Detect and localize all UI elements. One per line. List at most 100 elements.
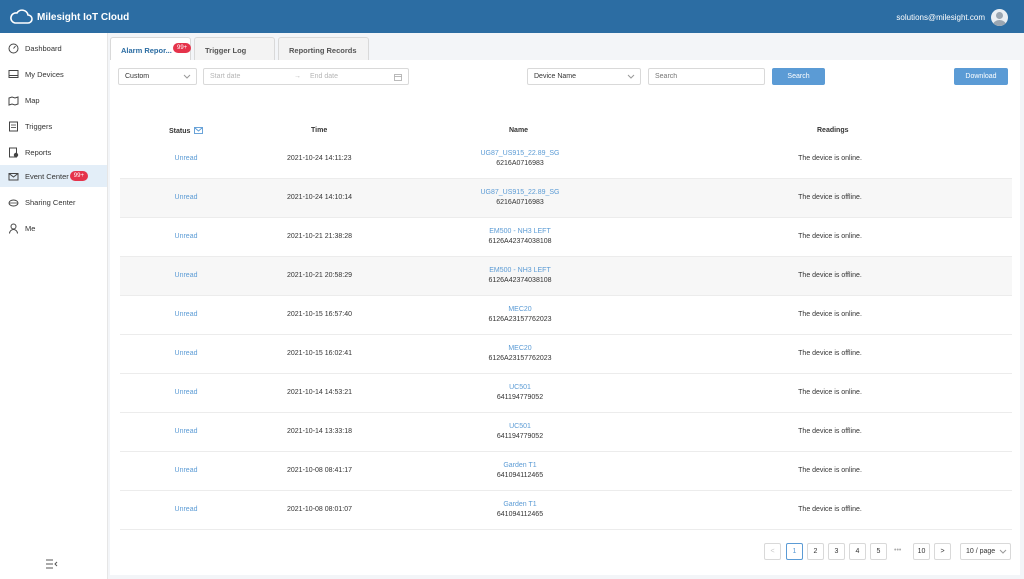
status-link[interactable]: Unread <box>166 389 206 396</box>
pagination-page-1[interactable]: 1 <box>786 543 803 560</box>
device-name-link[interactable]: UG87_US915_22.89_SG <box>450 188 590 198</box>
tab-reporting-records[interactable]: Reporting Records <box>278 37 369 60</box>
device-name-link[interactable]: MEC20 <box>450 305 590 315</box>
mark-read-icon[interactable] <box>194 127 204 134</box>
table-row[interactable]: Unread 2021-10-08 08:01:07 Garden T1 641… <box>120 491 1012 530</box>
status-link[interactable]: Unread <box>166 311 206 318</box>
time-cell: 2021-10-15 16:57:40 <box>287 311 352 318</box>
time-cell: 2021-10-08 08:41:17 <box>287 467 352 474</box>
readings-cell: The device is offline. <box>798 506 862 513</box>
table-row[interactable]: Unread 2021-10-14 14:53:21 UC501 6411947… <box>120 374 1012 413</box>
tab-trigger-log[interactable]: Trigger Log <box>194 37 275 60</box>
readings-cell: The device is online. <box>798 467 862 474</box>
sidebar-item-event-center[interactable]: Event Center 99+ <box>0 165 107 187</box>
download-button[interactable]: Download <box>954 68 1008 85</box>
sidebar-item-dashboard[interactable]: Dashboard <box>0 37 107 59</box>
device-sn: 6126A42374038108 <box>488 277 552 284</box>
search-button[interactable]: Search <box>772 68 825 85</box>
device-name-link[interactable]: Garden T1 <box>450 500 590 510</box>
chevron-down-icon <box>183 74 191 79</box>
status-link[interactable]: Unread <box>166 272 206 279</box>
time-cell: 2021-10-14 14:53:21 <box>287 389 352 396</box>
pagination-next-button[interactable]: > <box>934 543 951 560</box>
pagination-page-5[interactable]: 5 <box>870 543 887 560</box>
status-link[interactable]: Unread <box>166 506 206 513</box>
device-sn: 641094112465 <box>496 511 544 518</box>
device-sn: 6126A23157762023 <box>488 316 552 323</box>
tab-label: Reporting Records <box>289 46 357 55</box>
alarm-count-badge: 99+ <box>173 43 192 53</box>
range-select[interactable]: Custom <box>118 68 197 85</box>
start-date-field[interactable]: Start date <box>210 73 240 80</box>
sidebar-item-map[interactable]: Map <box>0 89 107 111</box>
device-name-link[interactable]: EM500 - NH3 LEFT <box>450 266 590 276</box>
avatar[interactable] <box>991 9 1008 26</box>
collapse-menu-icon[interactable] <box>46 559 58 569</box>
time-cell: 2021-10-24 14:11:23 <box>287 155 352 162</box>
status-link[interactable]: Unread <box>166 350 206 357</box>
field-select[interactable]: Device Name <box>527 68 641 85</box>
pagination-page-4[interactable]: 4 <box>849 543 866 560</box>
status-link[interactable]: Unread <box>166 233 206 240</box>
table-row[interactable]: Unread 2021-10-24 14:11:23 UG87_US915_22… <box>120 140 1012 179</box>
pagination-page-3[interactable]: 3 <box>828 543 845 560</box>
readings-cell: The device is offline. <box>798 272 862 279</box>
table-row[interactable]: Unread 2021-10-15 16:57:40 MEC20 6126A23… <box>120 296 1012 335</box>
device-sn: 6216A0716983 <box>496 160 544 167</box>
time-cell: 2021-10-24 14:10:14 <box>287 194 352 201</box>
table-row[interactable]: Unread 2021-10-14 13:33:18 UC501 6411947… <box>120 413 1012 452</box>
device-name-link[interactable]: Garden T1 <box>450 461 590 471</box>
table-row[interactable]: Unread 2021-10-21 21:38:28 EM500 - NH3 L… <box>120 218 1012 257</box>
device-name-link[interactable]: UG87_US915_22.89_SG <box>450 149 590 159</box>
table-row[interactable]: Unread 2021-10-24 14:10:14 UG87_US915_22… <box>120 179 1012 218</box>
readings-column-header: Readings <box>817 127 849 134</box>
tab-alarm-report[interactable]: Alarm Repor... 99+ <box>110 37 192 61</box>
status-link[interactable]: Unread <box>166 467 206 474</box>
sidebar-item-sharing-center[interactable]: Sharing Center <box>0 191 107 213</box>
main-content: Alarm Repor... 99+ Trigger Log Reporting… <box>108 33 1024 579</box>
status-link[interactable]: Unread <box>166 194 206 201</box>
device-name-link[interactable]: EM500 - NH3 LEFT <box>450 227 590 237</box>
sidebar-item-triggers[interactable]: Triggers <box>0 115 107 137</box>
table-row[interactable]: Unread 2021-10-15 16:02:41 MEC20 6126A23… <box>120 335 1012 374</box>
time-cell: 2021-10-08 08:01:07 <box>287 506 352 513</box>
device-name-link[interactable]: MEC20 <box>450 344 590 354</box>
device-sn: 641194779052 <box>496 433 544 440</box>
name-cell: EM500 - NH3 LEFT 6126A42374038108 <box>450 227 590 247</box>
top-header: Milesight IoT Cloud solutions@milesight.… <box>0 0 1024 33</box>
mail-icon <box>8 171 19 182</box>
table-row[interactable]: Unread 2021-10-08 08:41:17 Garden T1 641… <box>120 452 1012 491</box>
status-header-label: Status <box>169 128 191 135</box>
name-cell: UG87_US915_22.89_SG 6216A0716983 <box>450 188 590 208</box>
cloud-logo-icon <box>10 9 33 24</box>
end-date-field[interactable]: End date <box>310 73 338 80</box>
sidebar-item-my-devices[interactable]: My Devices <box>0 63 107 85</box>
readings-cell: The device is online. <box>798 389 862 396</box>
pagination-page-2[interactable]: 2 <box>807 543 824 560</box>
device-name-link[interactable]: UC501 <box>450 383 590 393</box>
name-cell: UC501 641194779052 <box>450 422 590 442</box>
sidebar-item-me[interactable]: Me <box>0 217 107 239</box>
pagination-page-10[interactable]: 10 <box>913 543 930 560</box>
status-link[interactable]: Unread <box>166 155 206 162</box>
user-icon <box>8 223 19 234</box>
device-name-link[interactable]: UC501 <box>450 422 590 432</box>
sharing-icon <box>8 197 19 208</box>
pagination-ellipsis[interactable]: ••• <box>894 547 901 554</box>
sidebar-item-label: Triggers <box>25 121 53 131</box>
time-column-header: Time <box>311 127 328 134</box>
device-sn: 641194779052 <box>496 394 544 401</box>
table-row[interactable]: Unread 2021-10-21 20:58:29 EM500 - NH3 L… <box>120 257 1012 296</box>
status-link[interactable]: Unread <box>166 428 206 435</box>
pagination-prev-button[interactable]: < <box>764 543 781 560</box>
arrow-right-icon: → <box>294 73 301 80</box>
sidebar-item-label: Reports <box>25 147 52 157</box>
calendar-icon <box>394 74 402 81</box>
user-menu[interactable]: solutions@milesight.com <box>896 9 1008 26</box>
search-input[interactable] <box>648 68 765 85</box>
app-logo[interactable]: Milesight IoT Cloud <box>9 9 129 25</box>
sidebar-item-reports[interactable]: Reports <box>0 141 107 163</box>
page-size-select[interactable]: 10 / page <box>960 543 1011 560</box>
date-range-picker[interactable]: Start date → End date <box>203 68 409 85</box>
chevron-down-icon <box>627 74 635 79</box>
